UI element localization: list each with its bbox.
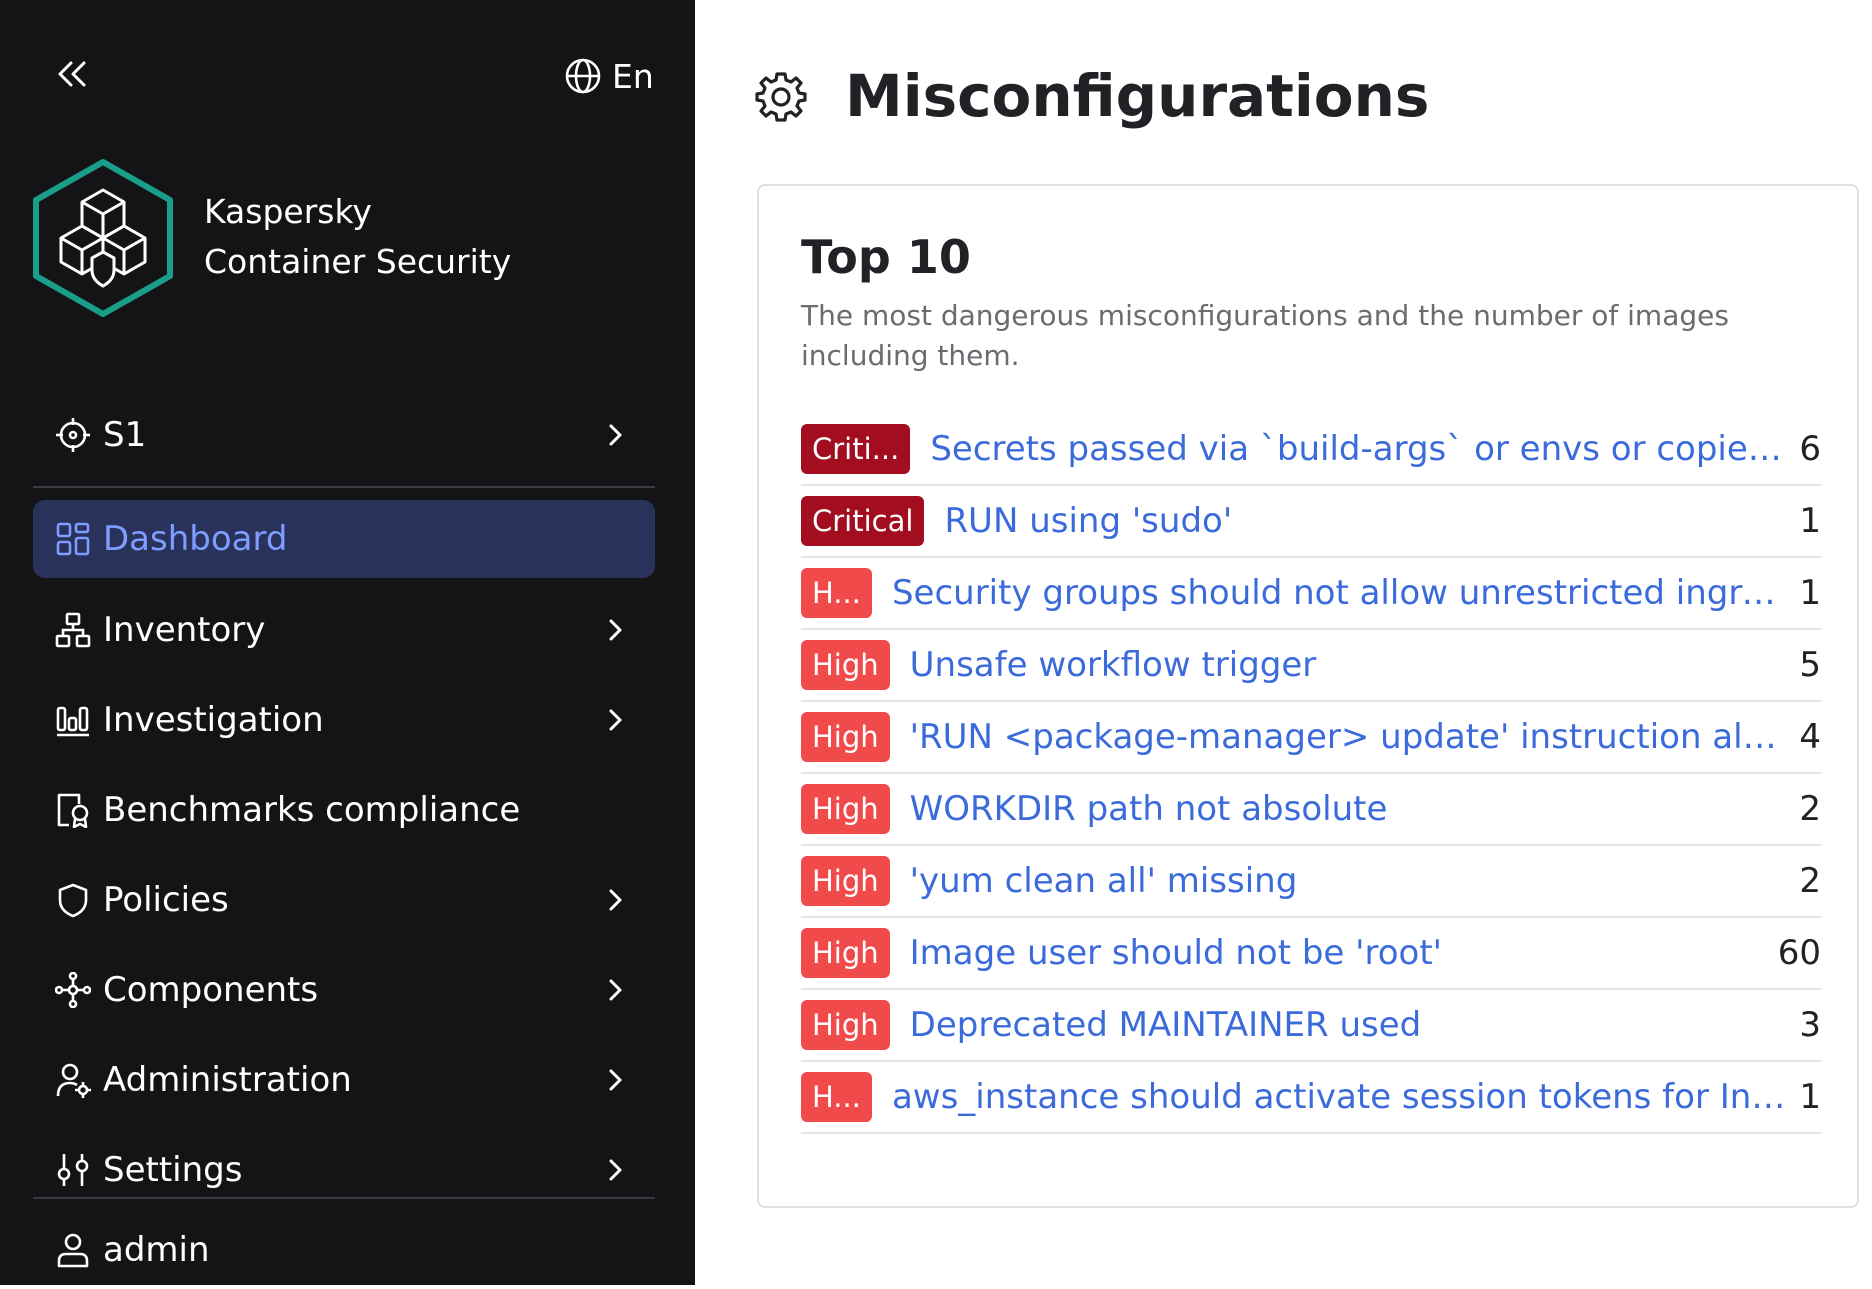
globe-icon xyxy=(565,58,601,94)
severity-badge: High xyxy=(801,784,890,834)
sidebar-item-administration[interactable]: Administration xyxy=(33,1041,655,1119)
sidebar-divider xyxy=(33,1197,655,1199)
image-count: 2 xyxy=(1799,861,1821,901)
list-item: H... Security groups should not allow un… xyxy=(801,558,1821,630)
main-content: Misconfigurations Top 10 The most danger… xyxy=(695,0,1872,1285)
severity-badge: Critical xyxy=(801,496,925,546)
scope-label: S1 xyxy=(103,415,147,455)
language-selector[interactable]: En xyxy=(564,54,654,98)
severity-badge: H... xyxy=(801,1072,872,1122)
kaspersky-logo xyxy=(28,156,178,320)
chevron-right-icon xyxy=(595,415,635,455)
image-count: 60 xyxy=(1777,933,1821,973)
sidebar-item-benchmarks-compliance[interactable]: Benchmarks compliance xyxy=(33,771,655,849)
severity-badge: High xyxy=(801,1000,890,1050)
misconfiguration-link[interactable]: aws_instance should activate session tok… xyxy=(892,1077,1791,1117)
severity-badge: Criti... xyxy=(801,424,911,474)
image-count: 1 xyxy=(1799,501,1821,541)
list-item: High Image user should not be 'root' 60 xyxy=(801,918,1821,990)
inventory-icon xyxy=(53,610,93,650)
sidebar-item-label: Inventory xyxy=(103,610,266,650)
misconfiguration-link[interactable]: Secrets passed via `build-args` or envs … xyxy=(930,429,1791,469)
chevron-right-icon xyxy=(595,1150,635,1190)
brand-line2: Container Security xyxy=(204,242,512,281)
image-count: 1 xyxy=(1799,573,1821,613)
user-menu[interactable]: admin xyxy=(33,1211,655,1289)
sidebar-divider xyxy=(33,486,655,488)
language-label: En xyxy=(612,56,654,96)
image-count: 1 xyxy=(1799,1077,1821,1117)
sidebar-item-inventory[interactable]: Inventory xyxy=(33,591,655,669)
chevron-right-icon xyxy=(595,610,635,650)
brand-line1: Kaspersky xyxy=(204,192,372,231)
image-count: 5 xyxy=(1799,645,1821,685)
misconfiguration-link[interactable]: 'RUN <package-manager> update' instructi… xyxy=(910,717,1792,757)
sidebar-item-label: Administration xyxy=(103,1060,352,1100)
list-item: Critical RUN using 'sudo' 1 xyxy=(801,486,1821,558)
list-item: Criti... Secrets passed via `build-args`… xyxy=(801,414,1821,486)
sidebar-item-components[interactable]: Components xyxy=(33,951,655,1029)
list-item: High Deprecated MAINTAINER used 3 xyxy=(801,990,1821,1062)
chevron-right-icon xyxy=(595,880,635,920)
chevron-right-icon xyxy=(595,700,635,740)
components-icon xyxy=(53,970,93,1010)
misconfiguration-link[interactable]: Image user should not be 'root' xyxy=(910,933,1770,973)
misconfiguration-link[interactable]: WORKDIR path not absolute xyxy=(910,789,1792,829)
sidebar-item-label: Components xyxy=(103,970,319,1010)
card-description: The most dangerous misconfigurations and… xyxy=(801,299,1729,372)
page-title: Misconfigurations xyxy=(845,62,1430,130)
card-title: Top 10 xyxy=(801,230,971,284)
image-count: 4 xyxy=(1799,717,1821,757)
sidebar-item-label: Policies xyxy=(103,880,229,920)
list-item: High Unsafe workflow trigger 5 xyxy=(801,630,1821,702)
image-count: 2 xyxy=(1799,789,1821,829)
collapse-sidebar-button[interactable] xyxy=(52,54,92,94)
severity-badge: H... xyxy=(801,568,872,618)
logo-cubes-icon xyxy=(33,159,173,317)
dashboard-icon xyxy=(53,519,93,559)
list-item: High 'yum clean all' missing 2 xyxy=(801,846,1821,918)
list-item: High WORKDIR path not absolute 2 xyxy=(801,774,1821,846)
settings-icon xyxy=(53,1150,93,1190)
severity-badge: High xyxy=(801,856,890,906)
chevron-right-icon xyxy=(595,970,635,1010)
user-icon xyxy=(53,1230,93,1270)
sidebar: En Kaspersky Container Security S1 Dashb… xyxy=(0,0,695,1285)
sidebar-item-label: Investigation xyxy=(103,700,324,740)
benchmarks-icon xyxy=(53,790,93,830)
list-item: H... aws_instance should activate sessio… xyxy=(801,1062,1821,1134)
sidebar-item-policies[interactable]: Policies xyxy=(33,861,655,939)
crosshair-icon xyxy=(53,415,93,455)
brand-name: Kaspersky Container Security xyxy=(204,187,511,287)
sidebar-item-label: Settings xyxy=(103,1150,243,1190)
misconfiguration-link[interactable]: 'yum clean all' missing xyxy=(910,861,1792,901)
misconfiguration-list: Criti... Secrets passed via `build-args`… xyxy=(801,414,1821,1134)
double-chevron-left-icon xyxy=(58,61,86,87)
sidebar-item-investigation[interactable]: Investigation xyxy=(33,681,655,759)
investigation-icon xyxy=(53,700,93,740)
scope-selector[interactable]: S1 xyxy=(33,396,655,474)
list-item: High 'RUN <package-manager> update' inst… xyxy=(801,702,1821,774)
severity-badge: High xyxy=(801,928,890,978)
shield-icon xyxy=(53,880,93,920)
administration-icon xyxy=(53,1060,93,1100)
misconfiguration-link[interactable]: Deprecated MAINTAINER used xyxy=(910,1005,1792,1045)
misconfiguration-link[interactable]: Security groups should not allow unrestr… xyxy=(892,573,1791,613)
severity-badge: High xyxy=(801,712,890,762)
misconfiguration-link[interactable]: Unsafe workflow trigger xyxy=(910,645,1792,685)
top10-card: Top 10 The most dangerous misconfigurati… xyxy=(757,184,1859,1208)
sidebar-item-label: Dashboard xyxy=(103,519,288,559)
misconfiguration-link[interactable]: RUN using 'sudo' xyxy=(944,501,1791,541)
severity-badge: High xyxy=(801,640,890,690)
sidebar-item-dashboard[interactable]: Dashboard xyxy=(33,500,655,578)
user-name: admin xyxy=(103,1230,210,1270)
image-count: 6 xyxy=(1799,429,1821,469)
gear-icon xyxy=(755,72,807,122)
image-count: 3 xyxy=(1799,1005,1821,1045)
page-header: Misconfigurations xyxy=(755,62,1429,130)
chevron-right-icon xyxy=(595,1060,635,1100)
sidebar-item-label: Benchmarks compliance xyxy=(103,790,521,830)
